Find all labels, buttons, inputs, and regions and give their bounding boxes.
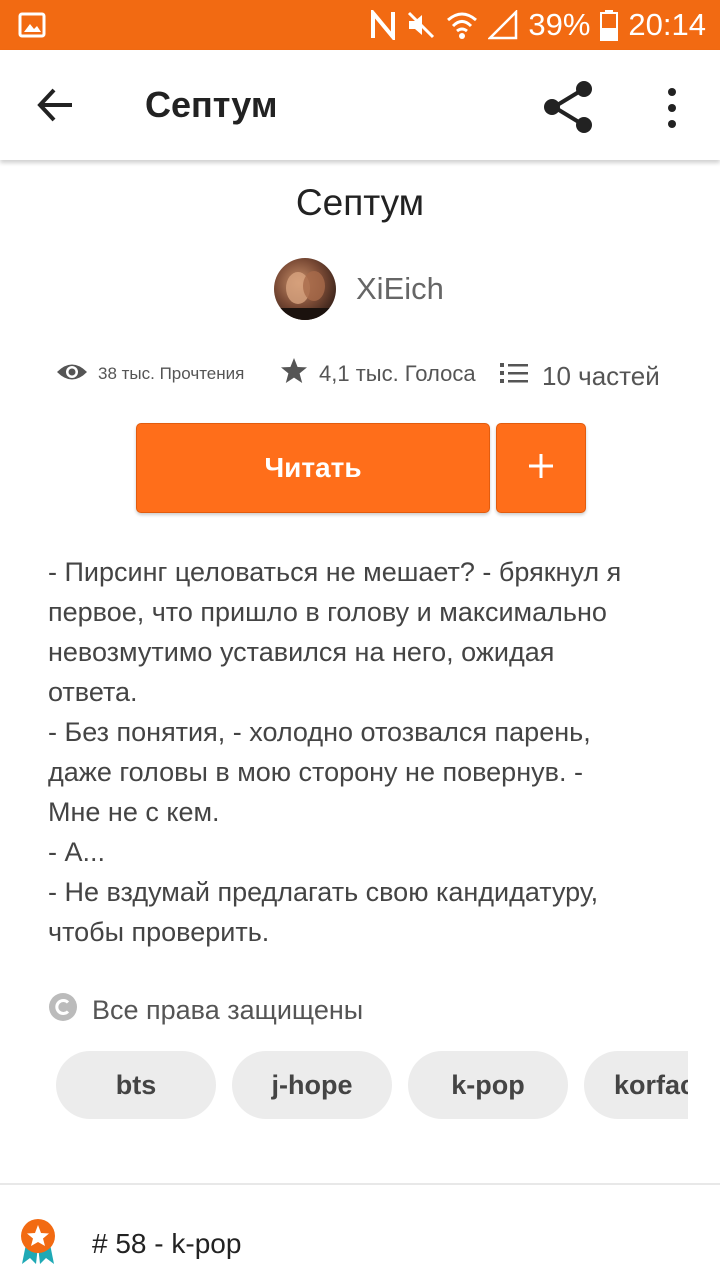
story-title: Септум (295, 182, 425, 223)
signal-icon (488, 10, 518, 40)
copyright-row: Все права защищены (48, 988, 363, 1032)
clock: 20:14 (628, 7, 706, 42)
ranking-row[interactable]: # 58 - k-pop (18, 1214, 241, 1274)
excerpt-line: невозмутимо уставился на него, ожидая (48, 637, 555, 667)
battery-percent: 39% (528, 7, 591, 42)
ranking-label: # 58 - k-pop (92, 1228, 242, 1259)
story-excerpt: - Пирсинг целоваться не мешает? - брякну… (48, 552, 668, 952)
add-to-library-button[interactable] (496, 423, 586, 513)
app-bar: Септум (0, 50, 720, 160)
section-divider (0, 1183, 720, 1185)
list-icon (500, 361, 528, 392)
more-vert-icon[interactable] (652, 86, 692, 130)
excerpt-line: Мне не с кем. (48, 797, 220, 827)
eye-icon (56, 361, 88, 388)
author-name[interactable]: XiEich (356, 271, 444, 307)
tag-chip[interactable]: k-pop (408, 1051, 568, 1119)
votes-stat: 4,1 тыс. Голоса (280, 352, 476, 396)
excerpt-line: - Без понятия, - холодно отозвался парен… (48, 717, 591, 747)
nfc-icon (370, 10, 396, 40)
excerpt-line: - А... (48, 837, 106, 867)
votes-count: 4,1 тыс. Голоса (319, 361, 476, 386)
plus-icon (526, 451, 556, 486)
parts-stat[interactable]: 10 частей (500, 354, 660, 398)
excerpt-line: даже головы в мою сторону не повернув. - (48, 757, 583, 787)
tag-list: bts j-hope k-pop korfac (56, 1051, 688, 1119)
battery-icon (600, 9, 619, 41)
copyright-icon (48, 992, 78, 1029)
excerpt-line: - Пирсинг целоваться не мешает? - брякну… (48, 557, 622, 587)
share-icon[interactable] (540, 80, 596, 134)
story-stats: 38 тыс. Прочтения 4,1 тыс. Голоса 10 час… (56, 352, 676, 396)
author-avatar[interactable] (274, 258, 336, 320)
author-row[interactable]: XiEich (274, 258, 444, 320)
excerpt-line: чтобы проверить. (48, 917, 270, 947)
star-icon (280, 357, 308, 391)
copyright-label: Все права защищены (92, 994, 364, 1025)
excerpt-line: первое, что пришло в голову и максимальн… (48, 597, 607, 627)
reads-count: 38 тыс. Прочтения (98, 364, 245, 383)
tag-chip[interactable]: korfac (584, 1051, 688, 1119)
ranking-badge-icon (18, 1218, 58, 1271)
mute-icon (406, 10, 436, 40)
status-bar: 39% 20:14 (0, 0, 720, 50)
tag-chip[interactable]: bts (56, 1051, 216, 1119)
tag-chip[interactable]: j-hope (232, 1051, 392, 1119)
read-button[interactable]: Читать (136, 423, 490, 513)
reads-stat: 38 тыс. Прочтения (56, 352, 244, 396)
wifi-icon (446, 10, 478, 40)
app-bar-title: Септум (145, 84, 278, 125)
read-button-label: Читать (264, 452, 362, 483)
parts-count: 10 частей (542, 360, 660, 391)
back-arrow-icon[interactable] (34, 83, 78, 127)
excerpt-line: ответа. (48, 677, 138, 707)
excerpt-line: - Не вздумай предлагать свою кандидатуру… (48, 877, 599, 907)
gallery-notification-icon (18, 11, 46, 39)
